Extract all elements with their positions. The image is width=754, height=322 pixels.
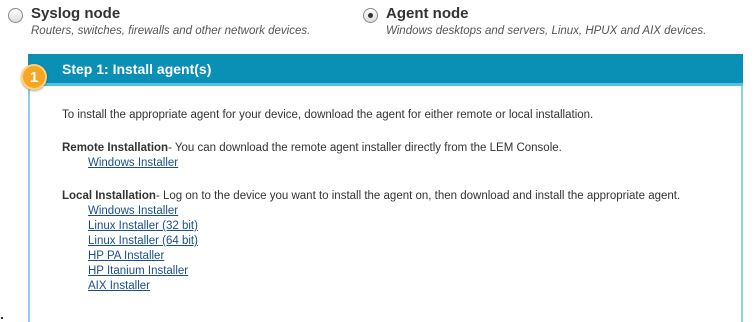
- agent-setup-page: Syslog node Routers, switches, firewalls…: [0, 0, 754, 322]
- remote-installation-description: - You can download the remote agent inst…: [168, 142, 562, 154]
- step-header: Step 1: Install agent(s): [28, 54, 743, 86]
- hp-pa-installer-link[interactable]: HP PA Installer: [88, 250, 164, 262]
- agent-node-text: Agent node Windows desktops and servers,…: [386, 5, 706, 38]
- remote-windows-installer-link[interactable]: Windows Installer: [88, 157, 178, 169]
- syslog-node-text: Syslog node Routers, switches, firewalls…: [31, 5, 310, 38]
- page-edge-dot: [1, 317, 3, 319]
- list-item: Linux Installer (64 bit): [88, 234, 732, 249]
- agent-node-description: Windows desktops and servers, Linux, HPU…: [386, 25, 707, 37]
- agent-node-radio[interactable]: [363, 8, 378, 23]
- step-intro: To install the appropriate agent for you…: [62, 109, 594, 121]
- remote-installation-heading: Remote Installation: [62, 142, 169, 154]
- step-title: Step 1: Install agent(s): [62, 61, 212, 77]
- list-item: Linux Installer (32 bit): [88, 219, 732, 234]
- hp-itanium-installer-link[interactable]: HP Itanium Installer: [88, 265, 188, 277]
- agent-node-title: Agent node: [386, 5, 469, 22]
- linux-64-installer-link[interactable]: Linux Installer (64 bit): [88, 235, 198, 247]
- local-installer-links: Windows Installer Linux Installer (32 bi…: [62, 204, 732, 294]
- step-number-badge: 1: [21, 64, 47, 90]
- list-item: HP PA Installer: [88, 249, 732, 264]
- local-windows-installer-link[interactable]: Windows Installer: [88, 205, 178, 217]
- agent-node-option[interactable]: Agent node Windows desktops and servers,…: [363, 5, 706, 38]
- local-installation-text: Local Installation- Log on to the device…: [62, 189, 692, 204]
- syslog-node-option[interactable]: Syslog node Routers, switches, firewalls…: [8, 5, 310, 38]
- syslog-node-description: Routers, switches, firewalls and other n…: [31, 25, 311, 37]
- syslog-node-title: Syslog node: [31, 5, 121, 22]
- list-item: AIX Installer: [88, 279, 732, 294]
- local-installation-description: - Log on to the device you want to insta…: [155, 190, 681, 202]
- step-body: To install the appropriate agent for you…: [62, 108, 732, 294]
- remote-installation-text: Remote Installation- You can download th…: [62, 141, 732, 156]
- aix-installer-link[interactable]: AIX Installer: [88, 280, 150, 292]
- local-installation-heading: Local Installation: [62, 190, 156, 202]
- list-item: Windows Installer: [88, 204, 732, 219]
- list-item: HP Itanium Installer: [88, 264, 732, 279]
- remote-installer-links: Windows Installer: [62, 156, 732, 171]
- list-item: Windows Installer: [88, 156, 732, 171]
- syslog-node-radio[interactable]: [8, 8, 23, 23]
- linux-32-installer-link[interactable]: Linux Installer (32 bit): [88, 220, 198, 232]
